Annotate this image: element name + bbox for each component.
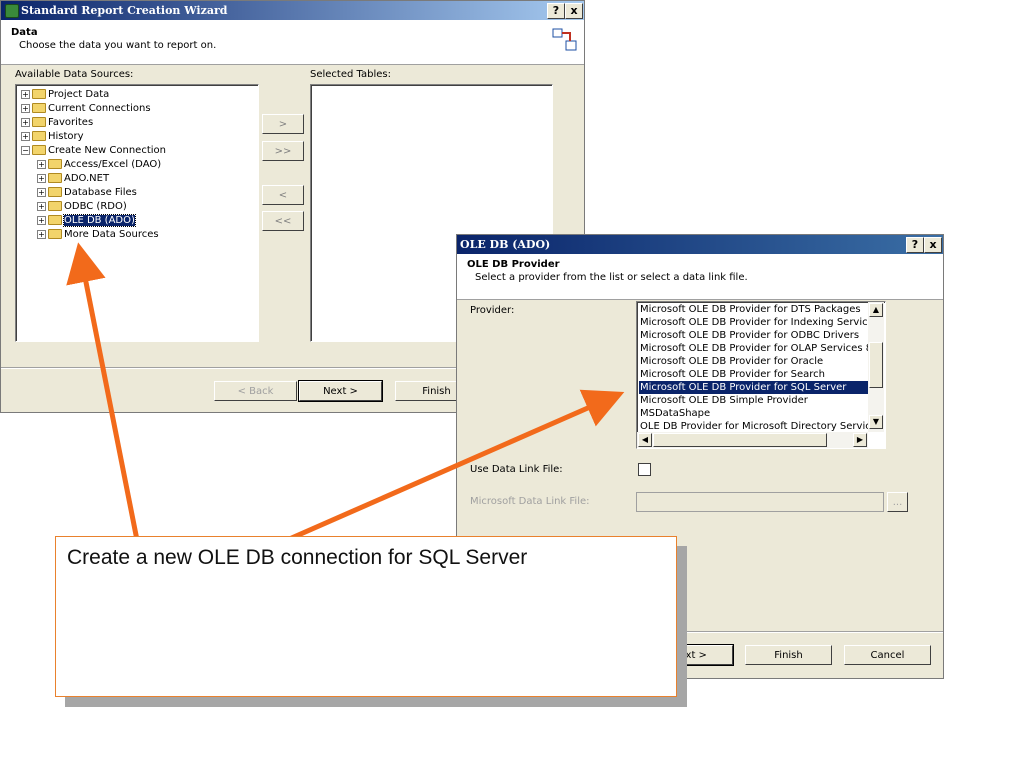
arrow-to-oledb-tree-item: [66, 242, 140, 541]
callout-box: Create a new OLE DB connection for SQL S…: [55, 536, 677, 697]
arrow-to-sql-server-provider: [285, 389, 625, 543]
callout-text: Create a new OLE DB connection for SQL S…: [67, 546, 528, 569]
